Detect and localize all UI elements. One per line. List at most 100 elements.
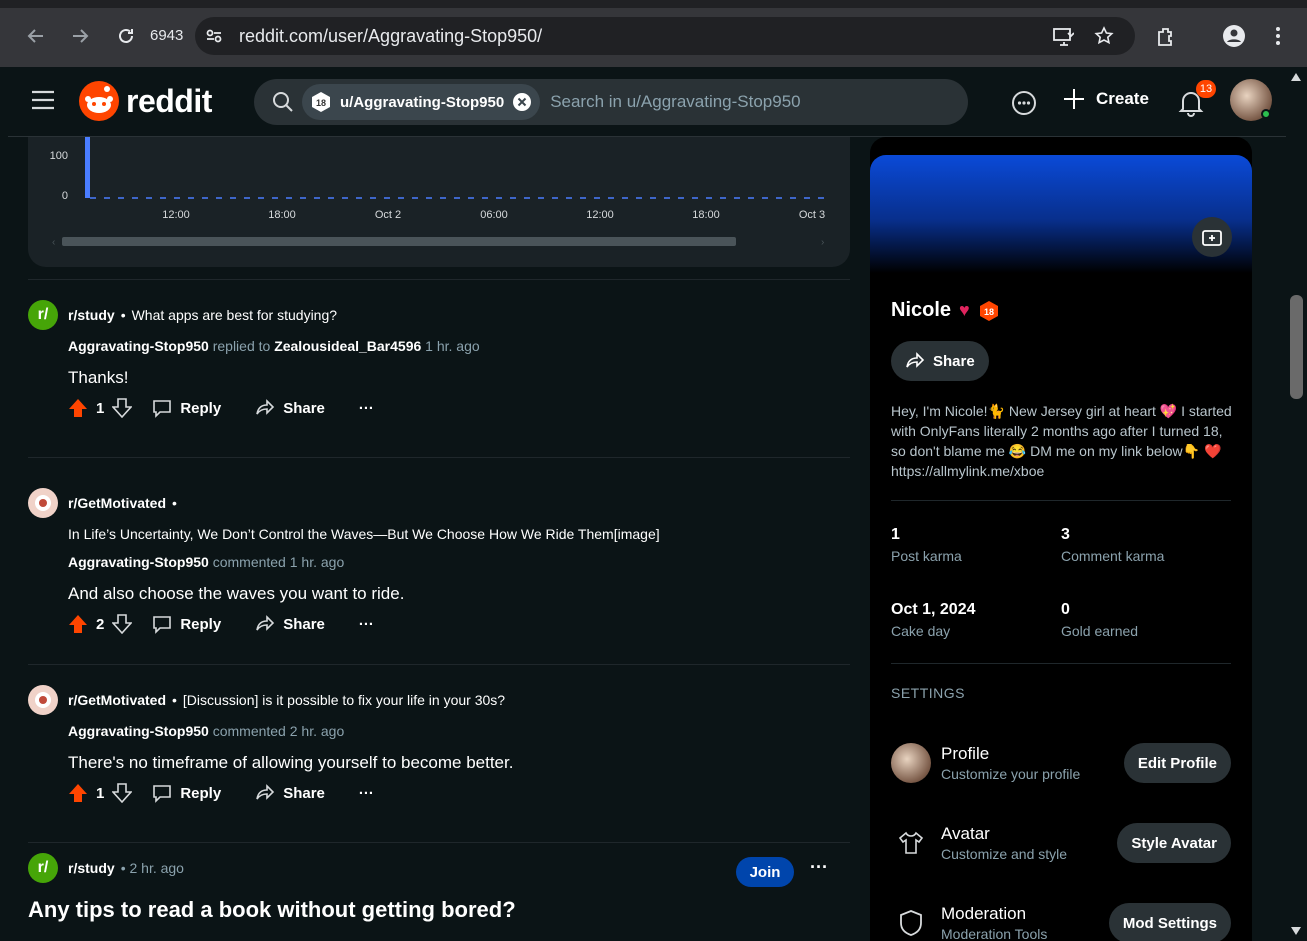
avatar-hanger-icon [891, 823, 931, 863]
post-more-options-button[interactable]: ··· [810, 857, 828, 878]
clear-scope-icon[interactable] [512, 92, 532, 112]
share-button[interactable]: Share [255, 614, 325, 634]
activity-chart-svg: 100 0 12:00 18:00 Oct 2 06:00 12:00 18:00 Oct … [50, 137, 830, 248]
downvote-icon[interactable] [112, 614, 133, 634]
gold-earned-value: 0 [1061, 601, 1070, 618]
search-bar[interactable]: 18 u/Aggravating-Stop950 Search in u/Agg… [254, 79, 968, 125]
settings-profile-title: Profile [941, 744, 990, 763]
profile-share-button[interactable]: Share [891, 341, 989, 381]
x-tick-label: Oct 3 [799, 209, 825, 221]
subreddit-study-icon: r/ [28, 853, 58, 883]
post-karma-value: 1 [891, 526, 900, 543]
cake-day-label: Cake day [891, 623, 951, 639]
x-tick-label: 12:00 [162, 209, 190, 221]
vote-group: 2 [68, 614, 140, 634]
profile-banner [870, 155, 1252, 273]
score: 1 [96, 784, 105, 802]
share-button[interactable]: Share [255, 783, 325, 803]
reply-button[interactable]: Reply [152, 614, 221, 634]
more-options-button[interactable]: ··· [359, 785, 374, 802]
subreddit-link[interactable]: r/study [68, 307, 115, 323]
more-options-button[interactable]: ··· [359, 616, 374, 633]
profile-name-row: Nicole ♥ 18 [891, 299, 1000, 322]
extensions-icon[interactable] [1152, 22, 1180, 50]
profile-sidebar: Nicole ♥ 18 Share Hey, I'm Nicole!🐈 New … [870, 137, 1252, 941]
reply-button[interactable]: Reply [152, 783, 221, 803]
subreddit-link[interactable]: r/GetMotivated [68, 692, 166, 708]
subreddit-study-icon: r/ [28, 300, 58, 330]
subreddit-link[interactable]: r/study [68, 860, 115, 876]
add-banner-image-icon[interactable] [1192, 217, 1232, 257]
post-title[interactable]: Any tips to read a book without getting … [28, 897, 850, 923]
comment-time: 1 hr. ago [425, 338, 480, 354]
replied-to-user[interactable]: Zealousideal_Bar4596 [274, 338, 421, 354]
scroll-down-icon[interactable] [1291, 927, 1301, 935]
user-avatar[interactable] [1230, 79, 1272, 121]
author-link[interactable]: Aggravating-Stop950 [68, 338, 209, 354]
forward-icon[interactable] [66, 22, 94, 50]
share-label: Share [283, 784, 325, 802]
reply-icon [153, 785, 172, 803]
reload-icon[interactable] [112, 22, 140, 50]
style-avatar-button[interactable]: Style Avatar [1117, 823, 1231, 863]
page-scrollbar[interactable] [1286, 67, 1307, 941]
hamburger-menu-icon[interactable] [30, 89, 56, 116]
settings-avatar-title: Avatar [941, 824, 990, 843]
reply-label: Reply [180, 784, 222, 802]
post-item[interactable]: r/ r/study • 2 hr. ago Join ··· Any tips… [28, 842, 850, 941]
scroll-up-icon[interactable] [1291, 73, 1301, 81]
downvote-icon[interactable] [112, 783, 133, 803]
chart-scroll-left-icon[interactable]: ‹ [52, 237, 55, 248]
post-title-link[interactable]: In Life’s Uncertainty, We Don’t Control … [68, 526, 850, 542]
post-title-link[interactable]: [Discussion] is it possible to fix your … [183, 692, 505, 708]
address-bar[interactable]: reddit.com/user/Aggravating-Stop950/ [195, 17, 1135, 55]
profile-icon[interactable] [1220, 22, 1248, 50]
bookmark-star-icon[interactable] [1090, 22, 1118, 50]
upvote-icon[interactable] [68, 614, 88, 634]
tab-strip [0, 0, 1307, 8]
page-scroll-thumb[interactable] [1290, 295, 1303, 399]
chart-scroll-thumb[interactable] [62, 237, 736, 246]
upvote-icon[interactable] [68, 398, 88, 418]
comment-body: There's no timeframe of allowing yoursel… [68, 753, 514, 772]
share-button[interactable]: Share [255, 398, 325, 418]
post-time: • 2 hr. ago [120, 860, 184, 876]
comment-item[interactable]: r/GetMotivated • In Life’s Uncertainty, … [28, 457, 850, 664]
downvote-icon[interactable] [112, 398, 133, 418]
author-link[interactable]: Aggravating-Stop950 [68, 723, 209, 739]
profile-avatar [891, 743, 931, 783]
chat-icon[interactable] [1010, 89, 1038, 122]
mod-settings-button[interactable]: Mod Settings [1108, 903, 1231, 941]
browser-menu-icon[interactable] [1264, 22, 1292, 50]
x-tick-labels: 12:00 18:00 Oct 2 06:00 12:00 18:00 Oct 3 [162, 209, 825, 221]
install-app-icon[interactable] [1049, 22, 1077, 50]
x-tick-label: 18:00 [268, 209, 296, 221]
site-settings-icon[interactable] [199, 21, 229, 51]
vote-group: 1 [68, 783, 140, 803]
url-text: reddit.com/user/Aggravating-Stop950/ [239, 25, 543, 46]
separator: • [172, 495, 177, 511]
comment-item[interactable]: r/ r/study • What apps are best for stud… [28, 279, 850, 457]
comment-item[interactable]: r/GetMotivated • [Discussion] is it poss… [28, 664, 850, 842]
create-button[interactable]: Create [1062, 87, 1149, 111]
cake-day-stat: Oct 1, 2024 Cake day [891, 601, 976, 639]
reply-button[interactable]: Reply [152, 398, 221, 418]
search-scope-chip[interactable]: 18 u/Aggravating-Stop950 [302, 84, 541, 120]
back-icon[interactable] [22, 22, 50, 50]
settings-avatar-subtitle: Customize and style [941, 846, 1068, 862]
chart-scroll-right-icon[interactable]: › [821, 237, 824, 248]
search-scope-label: u/Aggravating-Stop950 [340, 93, 505, 111]
upvote-icon[interactable] [68, 783, 88, 803]
divider [891, 500, 1231, 501]
join-button[interactable]: Join [736, 857, 794, 887]
subreddit-link[interactable]: r/GetMotivated [68, 495, 166, 511]
search-icon [273, 92, 293, 112]
edit-profile-button[interactable]: Edit Profile [1123, 743, 1231, 783]
author-link[interactable]: Aggravating-Stop950 [68, 554, 209, 570]
snoo-icon [79, 81, 119, 121]
post-title-link[interactable]: What apps are best for studying? [132, 307, 337, 323]
reddit-logo[interactable]: reddit [78, 80, 212, 122]
more-options-button[interactable]: ··· [359, 400, 374, 417]
share-icon [256, 399, 275, 415]
settings-profile-row: Profile Customize your profile Edit Prof… [891, 738, 1231, 788]
